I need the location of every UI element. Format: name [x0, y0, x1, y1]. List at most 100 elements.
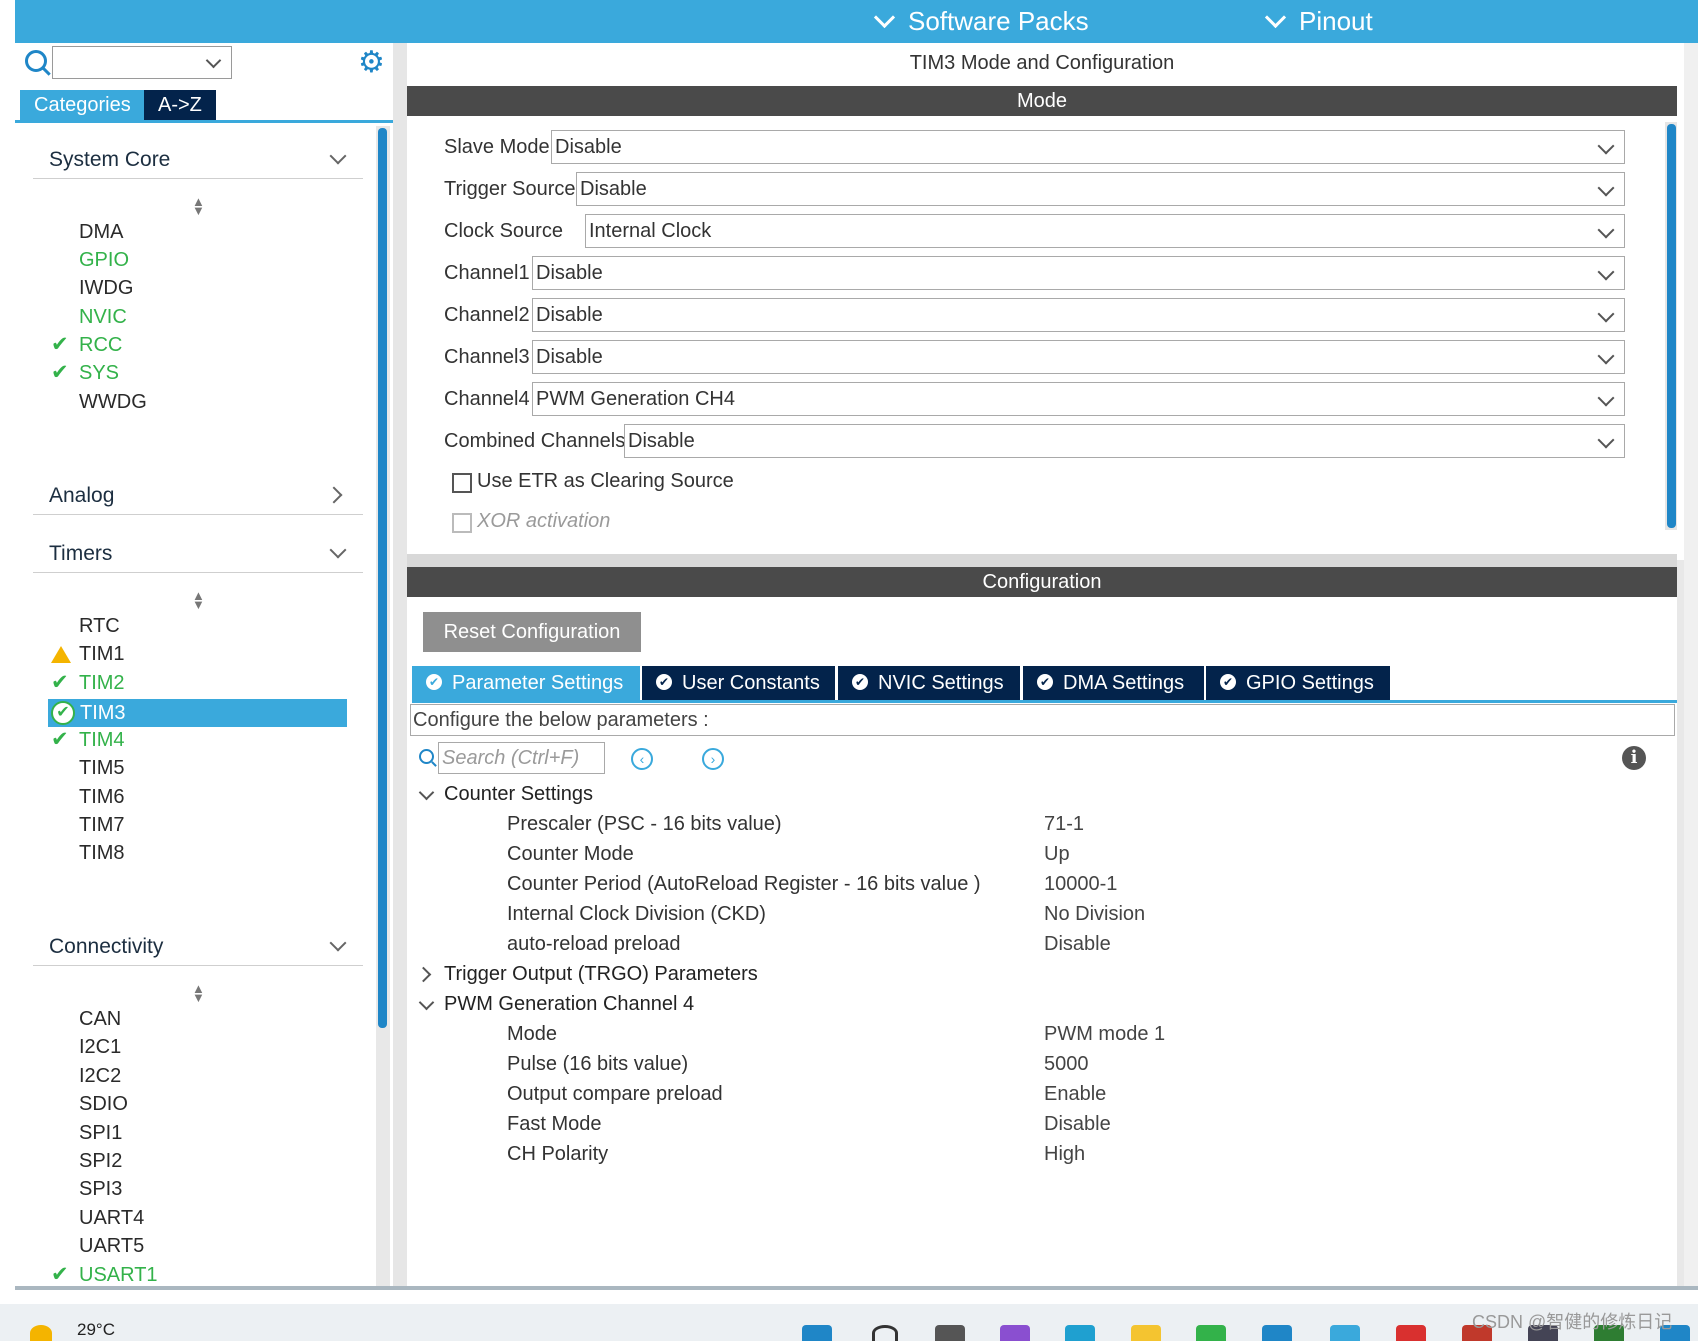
- tab-nvic-settings[interactable]: ✔ NVIC Settings: [838, 666, 1020, 700]
- group-trigger-output[interactable]: Trigger Output (TRGO) Parameters: [444, 963, 758, 986]
- param-counter-mode[interactable]: Counter Mode: [507, 843, 634, 866]
- sidebar-item-dma[interactable]: DMA: [79, 219, 123, 245]
- param-auto-reload-preload-value[interactable]: Disable: [1044, 933, 1111, 956]
- param-clock-division[interactable]: Internal Clock Division (CKD): [507, 903, 766, 926]
- group-pwm-channel-4[interactable]: PWM Generation Channel 4: [444, 993, 694, 1016]
- channel3-select[interactable]: Disable: [532, 340, 1625, 374]
- param-output-compare-preload[interactable]: Output compare preload: [507, 1083, 723, 1106]
- param-fast-mode[interactable]: Fast Mode: [507, 1113, 601, 1136]
- channel4-select[interactable]: PWM Generation CH4: [532, 382, 1625, 416]
- pane-splitter[interactable]: [393, 43, 407, 1286]
- sidebar-item-wwdg[interactable]: WWDG: [79, 389, 147, 415]
- info-icon[interactable]: i: [1622, 746, 1646, 770]
- sidebar-item-tim4[interactable]: TIM4: [79, 727, 125, 753]
- category-search-combo[interactable]: [52, 46, 232, 79]
- tab-categories[interactable]: Categories: [20, 90, 145, 120]
- param-pwm-mode-value[interactable]: PWM mode 1: [1044, 1023, 1165, 1046]
- chevron-right-icon[interactable]: [415, 966, 432, 983]
- param-pulse-value[interactable]: 5000: [1044, 1053, 1089, 1076]
- param-counter-period-value[interactable]: 10000-1: [1044, 873, 1117, 896]
- sidebar-item-sys[interactable]: SYS: [79, 360, 119, 386]
- stm32cubemx-icon[interactable]: [1262, 1325, 1292, 1341]
- tab-user-constants[interactable]: ✔ User Constants: [642, 666, 835, 700]
- param-output-compare-preload-value[interactable]: Enable: [1044, 1083, 1106, 1106]
- channel1-select[interactable]: Disable: [532, 256, 1625, 290]
- sort-icon[interactable]: ▲ ▼: [192, 589, 205, 611]
- category-system-core[interactable]: System Core: [49, 148, 170, 172]
- param-pulse[interactable]: Pulse (16 bits value): [507, 1053, 688, 1076]
- chevron-down-icon[interactable]: [418, 784, 435, 801]
- sidebar-item-iwdg[interactable]: IWDG: [79, 275, 133, 301]
- sidebar-item-tim3[interactable]: ✔ TIM3: [48, 699, 347, 727]
- sidebar-item-rtc[interactable]: RTC: [79, 613, 120, 639]
- resize-handle-icon[interactable]: ⋮: [1690, 1050, 1698, 1071]
- search-icon[interactable]: [25, 50, 47, 72]
- start-icon[interactable]: [802, 1325, 832, 1341]
- wps-icon[interactable]: [1396, 1325, 1426, 1341]
- tab-parameter-settings[interactable]: ✔ Parameter Settings: [412, 666, 640, 700]
- sidebar-item-i2c1[interactable]: I2C1: [79, 1034, 121, 1060]
- combined-channels-select[interactable]: Disable: [624, 424, 1625, 458]
- previous-match-icon[interactable]: ‹: [631, 748, 653, 770]
- sidebar-item-usart1[interactable]: USART1: [79, 1262, 158, 1288]
- channel2-select[interactable]: Disable: [532, 298, 1625, 332]
- tab-dma-settings[interactable]: ✔ DMA Settings: [1023, 666, 1204, 700]
- next-match-icon[interactable]: ›: [702, 748, 724, 770]
- weather-temperature[interactable]: 29°C: [77, 1320, 115, 1340]
- param-counter-mode-value[interactable]: Up: [1044, 843, 1070, 866]
- sidebar-item-sdio[interactable]: SDIO: [79, 1091, 128, 1117]
- category-connectivity[interactable]: Connectivity: [49, 935, 163, 959]
- parameter-search-input[interactable]: Search (Ctrl+F): [438, 742, 605, 774]
- sidebar-item-can[interactable]: CAN: [79, 1006, 121, 1032]
- sidebar-item-i2c2[interactable]: I2C2: [79, 1063, 121, 1089]
- param-counter-period[interactable]: Counter Period (AutoReload Register - 16…: [507, 873, 981, 896]
- category-timers[interactable]: Timers: [49, 542, 112, 566]
- gear-icon[interactable]: ⚙: [358, 48, 385, 78]
- sidebar-item-nvic[interactable]: NVIC: [79, 304, 127, 330]
- sidebar-item-gpio[interactable]: GPIO: [79, 247, 129, 273]
- software-packs-menu[interactable]: Software Packs: [873, 6, 1089, 37]
- param-prescaler[interactable]: Prescaler (PSC - 16 bits value): [507, 813, 782, 836]
- sidebar-item-tim7[interactable]: TIM7: [79, 812, 125, 838]
- weather-sun-icon[interactable]: [30, 1325, 52, 1341]
- sort-icon[interactable]: ▲ ▼: [192, 195, 205, 217]
- param-prescaler-value[interactable]: 71-1: [1044, 813, 1084, 836]
- category-analog[interactable]: Analog: [49, 484, 114, 508]
- tab-a-z[interactable]: A->Z: [144, 90, 216, 120]
- param-ch-polarity[interactable]: CH Polarity: [507, 1143, 608, 1166]
- sidebar-item-tim8[interactable]: TIM8: [79, 840, 125, 866]
- slave-mode-select[interactable]: Disable: [551, 130, 1625, 164]
- param-clock-division-value[interactable]: No Division: [1044, 903, 1145, 926]
- edge-browser-icon[interactable]: [1065, 1325, 1095, 1341]
- pinout-menu[interactable]: Pinout: [1264, 6, 1373, 37]
- param-fast-mode-value[interactable]: Disable: [1044, 1113, 1111, 1136]
- reset-configuration-button[interactable]: Reset Configuration: [423, 612, 641, 652]
- sidebar-scrollbar-thumb[interactable]: [378, 128, 387, 1028]
- wechat-icon[interactable]: [1196, 1325, 1226, 1341]
- sidebar-item-uart5[interactable]: UART5: [79, 1233, 144, 1259]
- group-counter-settings[interactable]: Counter Settings: [444, 783, 593, 806]
- trigger-source-select[interactable]: Disable: [576, 172, 1625, 206]
- sort-icon[interactable]: ▲ ▼: [192, 982, 205, 1004]
- sidebar-item-tim2[interactable]: TIM2: [79, 670, 125, 696]
- param-auto-reload-preload[interactable]: auto-reload preload: [507, 933, 680, 956]
- mode-scrollbar-thumb[interactable]: [1667, 124, 1676, 528]
- sidebar-item-tim5[interactable]: TIM5: [79, 755, 125, 781]
- sidebar-item-uart4[interactable]: UART4: [79, 1205, 144, 1231]
- sidebar-item-tim6[interactable]: TIM6: [79, 784, 125, 810]
- use-etr-checkbox[interactable]: [452, 473, 472, 493]
- sidebar-item-spi3[interactable]: SPI3: [79, 1176, 122, 1202]
- task-view-icon[interactable]: [935, 1325, 965, 1341]
- visual-studio-icon[interactable]: [1000, 1325, 1030, 1341]
- app-icon[interactable]: [1330, 1325, 1360, 1341]
- param-ch-polarity-value[interactable]: High: [1044, 1143, 1085, 1166]
- file-explorer-icon[interactable]: [1131, 1325, 1161, 1341]
- sidebar-item-rcc[interactable]: RCC: [79, 332, 122, 358]
- clock-source-select[interactable]: Internal Clock: [585, 214, 1625, 248]
- param-pwm-mode[interactable]: Mode: [507, 1023, 557, 1046]
- sidebar-item-tim1[interactable]: TIM1: [79, 641, 125, 667]
- resize-handle-icon[interactable]: ⋮: [1690, 450, 1698, 471]
- search-icon[interactable]: [872, 1325, 898, 1341]
- sidebar-item-spi2[interactable]: SPI2: [79, 1148, 122, 1174]
- tab-gpio-settings[interactable]: ✔ GPIO Settings: [1206, 666, 1390, 700]
